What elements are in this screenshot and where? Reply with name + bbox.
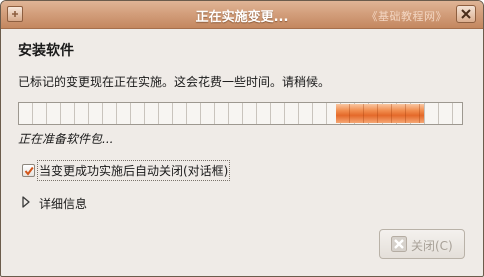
title-bar[interactable]: 正在实施变更... 《基础教程网》 xyxy=(1,1,483,29)
auto-close-label[interactable]: 当变更成功实施后自动关闭(对话框) xyxy=(37,160,231,181)
status-text: 正在准备软件包... xyxy=(18,132,114,146)
progress-activity-block xyxy=(335,104,425,123)
description-text: 已标记的变更现在正在实施。这会花费一些时间。请稍候。 xyxy=(18,75,331,89)
window-close-button[interactable] xyxy=(456,5,476,23)
close-icon xyxy=(391,236,407,252)
page-title: 安装软件 xyxy=(18,43,74,59)
close-button-label: 关闭(C) xyxy=(411,239,453,253)
details-label[interactable]: 详细信息 xyxy=(39,195,87,212)
auto-close-checkbox[interactable] xyxy=(22,164,35,177)
close-button[interactable]: 关闭(C) xyxy=(379,229,465,259)
watermark-text: 《基础教程网》 xyxy=(366,10,447,23)
checkmark-icon xyxy=(24,166,34,176)
progress-bar xyxy=(18,102,463,125)
dialog-window: 正在实施变更... 《基础教程网》 安装软件 已标记的变更现在正在实施。这会花费… xyxy=(0,0,484,277)
close-icon xyxy=(461,9,471,19)
expander-arrow-icon[interactable] xyxy=(21,196,31,208)
